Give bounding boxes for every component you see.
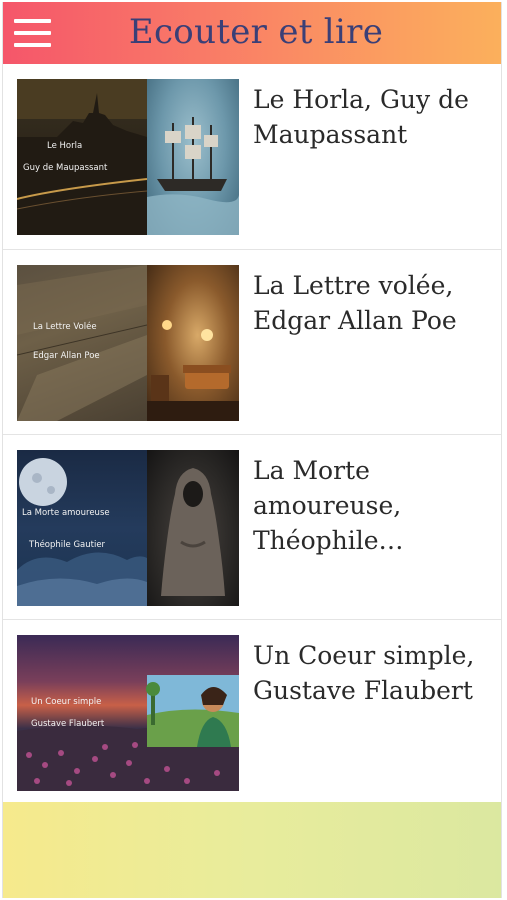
thumbnail-left-panel: La Morte amoureuse Théophile Gautier: [17, 450, 147, 606]
app-header: Ecouter et lire: [3, 2, 501, 64]
thumbnail-background: Un Coeur simple Gustave Flaubert: [17, 635, 239, 791]
story-list: Le Horla Guy de Maupassant Le Horla, Guy…: [3, 64, 501, 805]
thumbnail-author: Gustave Flaubert: [31, 719, 105, 729]
thumbnail-title: La Morte amoureuse: [22, 508, 110, 518]
story-thumbnail: Le Horla Guy de Maupassant: [17, 79, 239, 235]
thumbnail-author: Théophile Gautier: [29, 540, 106, 550]
thumbnail-title: Le Horla: [47, 141, 83, 151]
story-title: Le Horla, Guy de Maupassant: [253, 85, 469, 149]
parchment-illustration: [17, 265, 148, 421]
moon-night-illustration: [17, 458, 147, 606]
thumbnail-title: Un Coeur simple: [31, 697, 102, 707]
thumbnail-right-panel: [147, 450, 239, 606]
app-screen: Ecouter et lire Le Horla Guy de Maupassa…: [2, 2, 502, 898]
story-thumbnail: La Morte amoureuse Théophile Gautier: [17, 450, 239, 606]
thumbnail-right-panel: [147, 265, 239, 421]
story-thumbnail: Un Coeur simple Gustave Flaubert: [17, 635, 239, 791]
thumbnail-author: Edgar Allan Poe: [33, 351, 100, 361]
story-item-la-lettre-volee[interactable]: La Lettre Volée Edgar Allan Poe La Lettr…: [3, 250, 501, 435]
story-item-la-morte-amoureuse[interactable]: La Morte amoureuse Théophile Gautier La …: [3, 435, 501, 620]
footer-banner: [3, 802, 501, 898]
sailing-ship-illustration: [147, 117, 239, 235]
room-interior-illustration: [147, 320, 239, 421]
thumbnail-left-panel: Le Horla Guy de Maupassant: [17, 79, 148, 235]
story-title: Un Coeur simple, Gustave Flaubert: [253, 641, 475, 705]
story-title: La Lettre volée, Edgar Allan Poe: [253, 271, 457, 335]
story-thumbnail: La Lettre Volée Edgar Allan Poe: [17, 265, 239, 421]
story-item-un-coeur-simple[interactable]: Un Coeur simple Gustave Flaubert Un Coeu…: [3, 620, 501, 805]
sunset-field-illustration: [17, 675, 239, 791]
thumbnail-left-panel: La Lettre Volée Edgar Allan Poe: [17, 265, 148, 421]
hooded-monk-illustration: [161, 468, 225, 596]
story-title: La Morte amoureuse, Théophile…: [253, 456, 404, 555]
thumbnail-title: La Lettre Volée: [33, 322, 97, 332]
mont-saint-michel-illustration: [17, 79, 148, 235]
app-title: Ecouter et lire: [128, 12, 384, 52]
thumbnail-author: Guy de Maupassant: [23, 163, 108, 173]
story-item-le-horla[interactable]: Le Horla Guy de Maupassant Le Horla, Guy…: [3, 64, 501, 250]
thumbnail-right-panel: [147, 79, 239, 235]
